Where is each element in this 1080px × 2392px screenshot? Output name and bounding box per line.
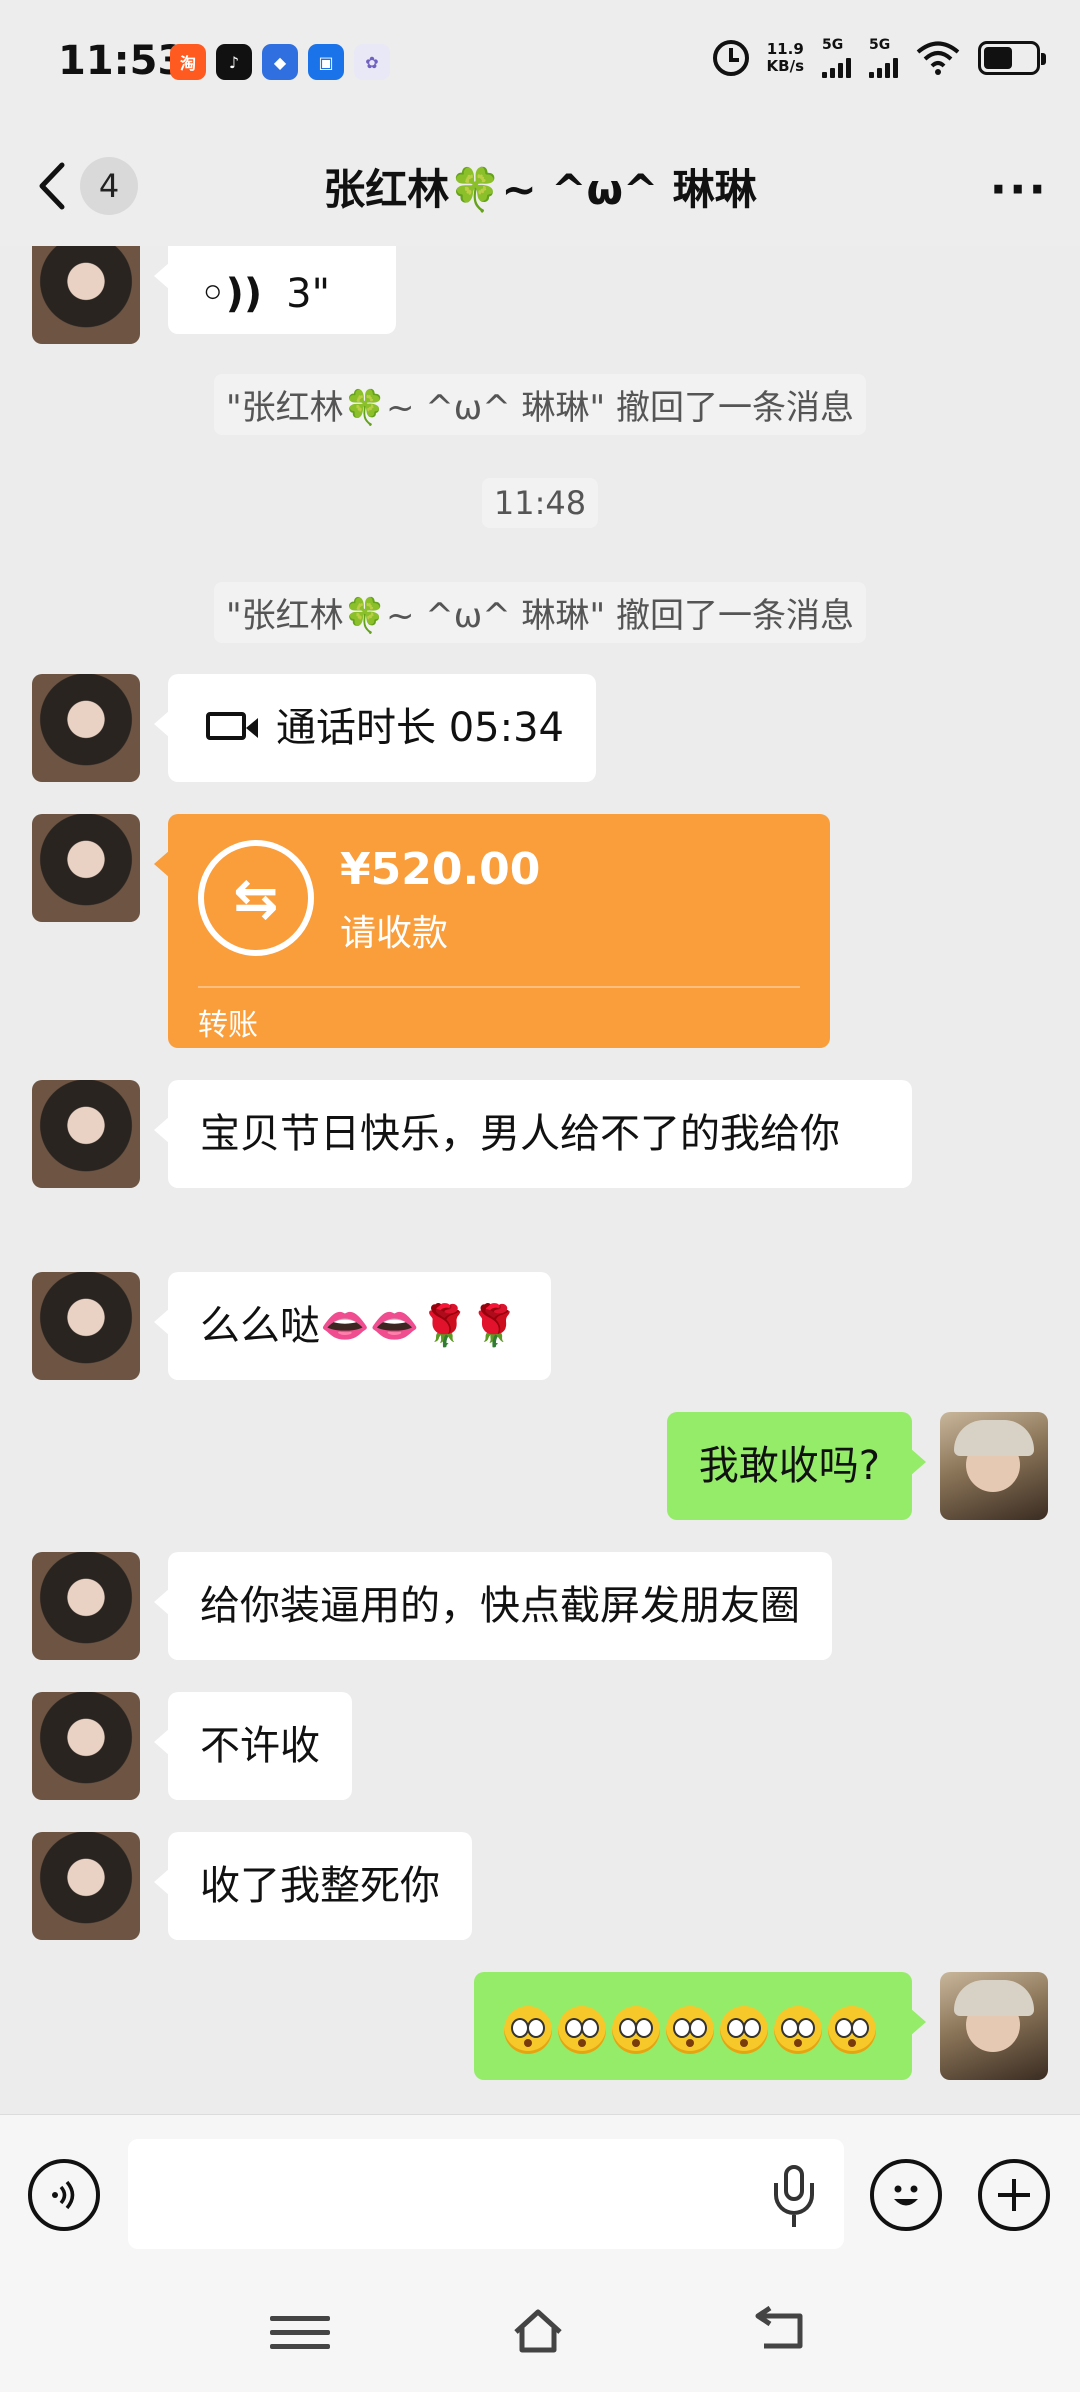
net-speed-value: 11.9 <box>766 40 804 58</box>
message-text: 么么哒 <box>200 1303 320 1349</box>
text-message-bubble[interactable]: 不许收 <box>154 1692 352 1800</box>
text-message-bubble[interactable]: 收了我整死你 <box>154 1832 472 1940</box>
contact-avatar[interactable] <box>32 246 140 344</box>
net-speed: 11.9 KB/s <box>767 41 804 75</box>
contact-avatar[interactable] <box>32 1552 140 1660</box>
status-bar: 11:53 淘 ♪ ◆ ▣ ✿ 11.9 KB/s 5G 5G <box>0 0 1080 126</box>
net-speed-unit: KB/s <box>766 57 804 75</box>
status-app-icons: 淘 ♪ ◆ ▣ ✿ <box>170 44 390 80</box>
home-button[interactable] <box>508 2306 568 2356</box>
taobao-tejia-icon: 淘 <box>170 44 206 80</box>
surprised-face-emoji-icon <box>774 2006 822 2054</box>
message-text: 给你装逼用的，快点截屏发朋友圈 <box>200 1583 800 1629</box>
my-avatar[interactable] <box>940 1972 1048 2080</box>
battery-icon <box>978 41 1046 75</box>
voice-message-bubble[interactable]: ◦)) 3" <box>154 246 396 334</box>
transfer-card[interactable]: ⇆ ¥520.00 请收款 转账 <box>154 814 830 1048</box>
douyin-icon: ♪ <box>216 44 252 80</box>
text-message-bubble[interactable]: 给你装逼用的，快点截屏发朋友圈 <box>154 1552 832 1660</box>
emoji-button[interactable] <box>870 2159 942 2231</box>
status-right: 11.9 KB/s 5G 5G <box>712 38 1046 78</box>
recall-notice: "张红林🍀~ ^ω^ 琳琳" 撤回了一条消息 <box>214 374 866 435</box>
video-call-bubble[interactable]: 通话时长 05:34 <box>154 674 596 782</box>
smiley-icon <box>894 2185 918 2206</box>
contact-avatar[interactable] <box>32 1832 140 1940</box>
message-list[interactable]: ◦)) 3" "张红林🍀~ ^ω^ 琳琳" 撤回了一条消息 11:48 "张红林🍀… <box>0 246 1080 2114</box>
outgoing-message-bubble[interactable]: 我敢收吗? <box>666 1412 927 1520</box>
photo-app-icon: ✿ <box>354 44 390 80</box>
contact-avatar[interactable] <box>32 1272 140 1380</box>
system-nav-bar <box>0 2270 1080 2392</box>
back-button[interactable]: 4 <box>36 154 156 218</box>
signal-bars-icon <box>869 52 898 78</box>
text-message-bubble[interactable]: 宝贝节日快乐，男人给不了的我给你 <box>154 1080 912 1188</box>
video-camera-icon <box>206 712 258 740</box>
surprised-face-emoji-icon <box>612 2006 660 2054</box>
signal-bars-icon <box>822 52 851 78</box>
message-text: 收了我整死你 <box>200 1863 440 1909</box>
signal-2: 5G <box>869 38 898 78</box>
recall-notice: "张红林🍀~ ^ω^ 琳琳" 撤回了一条消息 <box>214 582 866 643</box>
input-bar <box>0 2114 1080 2270</box>
surprised-face-emoji-icon <box>720 2006 768 2054</box>
menu-icon[interactable] <box>270 2316 330 2366</box>
voice-wave-icon <box>52 2180 75 2210</box>
message-text: 我敢收吗? <box>698 1443 880 1489</box>
wifi-icon <box>916 41 960 75</box>
sim1-label: 5G <box>822 37 844 53</box>
lips-rose-emoji: 👄👄🌹🌹 <box>320 1303 520 1349</box>
outlook-icon: ▣ <box>308 44 344 80</box>
transfer-amount: ¥520.00 <box>340 844 541 895</box>
plus-button[interactable] <box>978 2159 1050 2231</box>
chat-title: 张红林🍀~ ^ω^ 琳琳 <box>323 165 757 214</box>
contact-avatar[interactable] <box>32 1080 140 1188</box>
status-time: 11:53 <box>58 38 186 84</box>
text-message-bubble[interactable]: 么么哒👄👄🌹🌹 <box>153 1272 552 1380</box>
transfer-label: 转账 <box>198 1008 258 1043</box>
message-text: 不许收 <box>200 1723 320 1769</box>
surprised-face-emoji-icon <box>828 2006 876 2054</box>
signal-1: 5G <box>822 38 851 78</box>
sim2-label: 5G <box>869 37 891 53</box>
voice-input-button[interactable] <box>28 2159 100 2231</box>
message-input[interactable] <box>128 2139 844 2249</box>
chevron-left-icon <box>39 162 65 210</box>
surprised-face-emoji-icon <box>558 2006 606 2054</box>
voice-duration: 3" <box>286 271 330 317</box>
outgoing-emoji-bubble[interactable] <box>474 1972 926 2080</box>
back-nav-button[interactable] <box>752 2305 812 2356</box>
microphone-icon[interactable] <box>774 2165 814 2229</box>
home-icon <box>514 2309 562 2353</box>
timestamp: 11:48 <box>481 478 599 528</box>
call-duration-text: 通话时长 05:34 <box>276 705 564 751</box>
surprised-face-emoji-icon <box>666 2006 714 2054</box>
chat-header: 4 张红林🍀~ ^ω^ 琳琳 ··· <box>0 126 1080 246</box>
more-options-button[interactable]: ··· <box>990 162 1048 216</box>
contact-avatar[interactable] <box>32 674 140 782</box>
contact-avatar[interactable] <box>32 1692 140 1800</box>
voice-wave-icon: ◦)) <box>200 271 263 317</box>
transfer-arrows-icon: ⇆ <box>198 840 314 956</box>
unread-count-badge: 4 <box>80 157 138 215</box>
blue-app-icon: ◆ <box>262 44 298 80</box>
transfer-divider <box>198 986 800 988</box>
surprised-face-emoji-icon <box>504 2006 552 2054</box>
alarm-icon <box>712 40 749 76</box>
transfer-status: 请收款 <box>340 913 449 954</box>
message-text: 宝贝节日快乐，男人给不了的我给你 <box>200 1111 840 1157</box>
contact-avatar[interactable] <box>32 814 140 922</box>
plus-icon <box>998 2179 1030 2211</box>
my-avatar[interactable] <box>940 1412 1048 1520</box>
back-arrow-icon <box>755 2305 803 2349</box>
